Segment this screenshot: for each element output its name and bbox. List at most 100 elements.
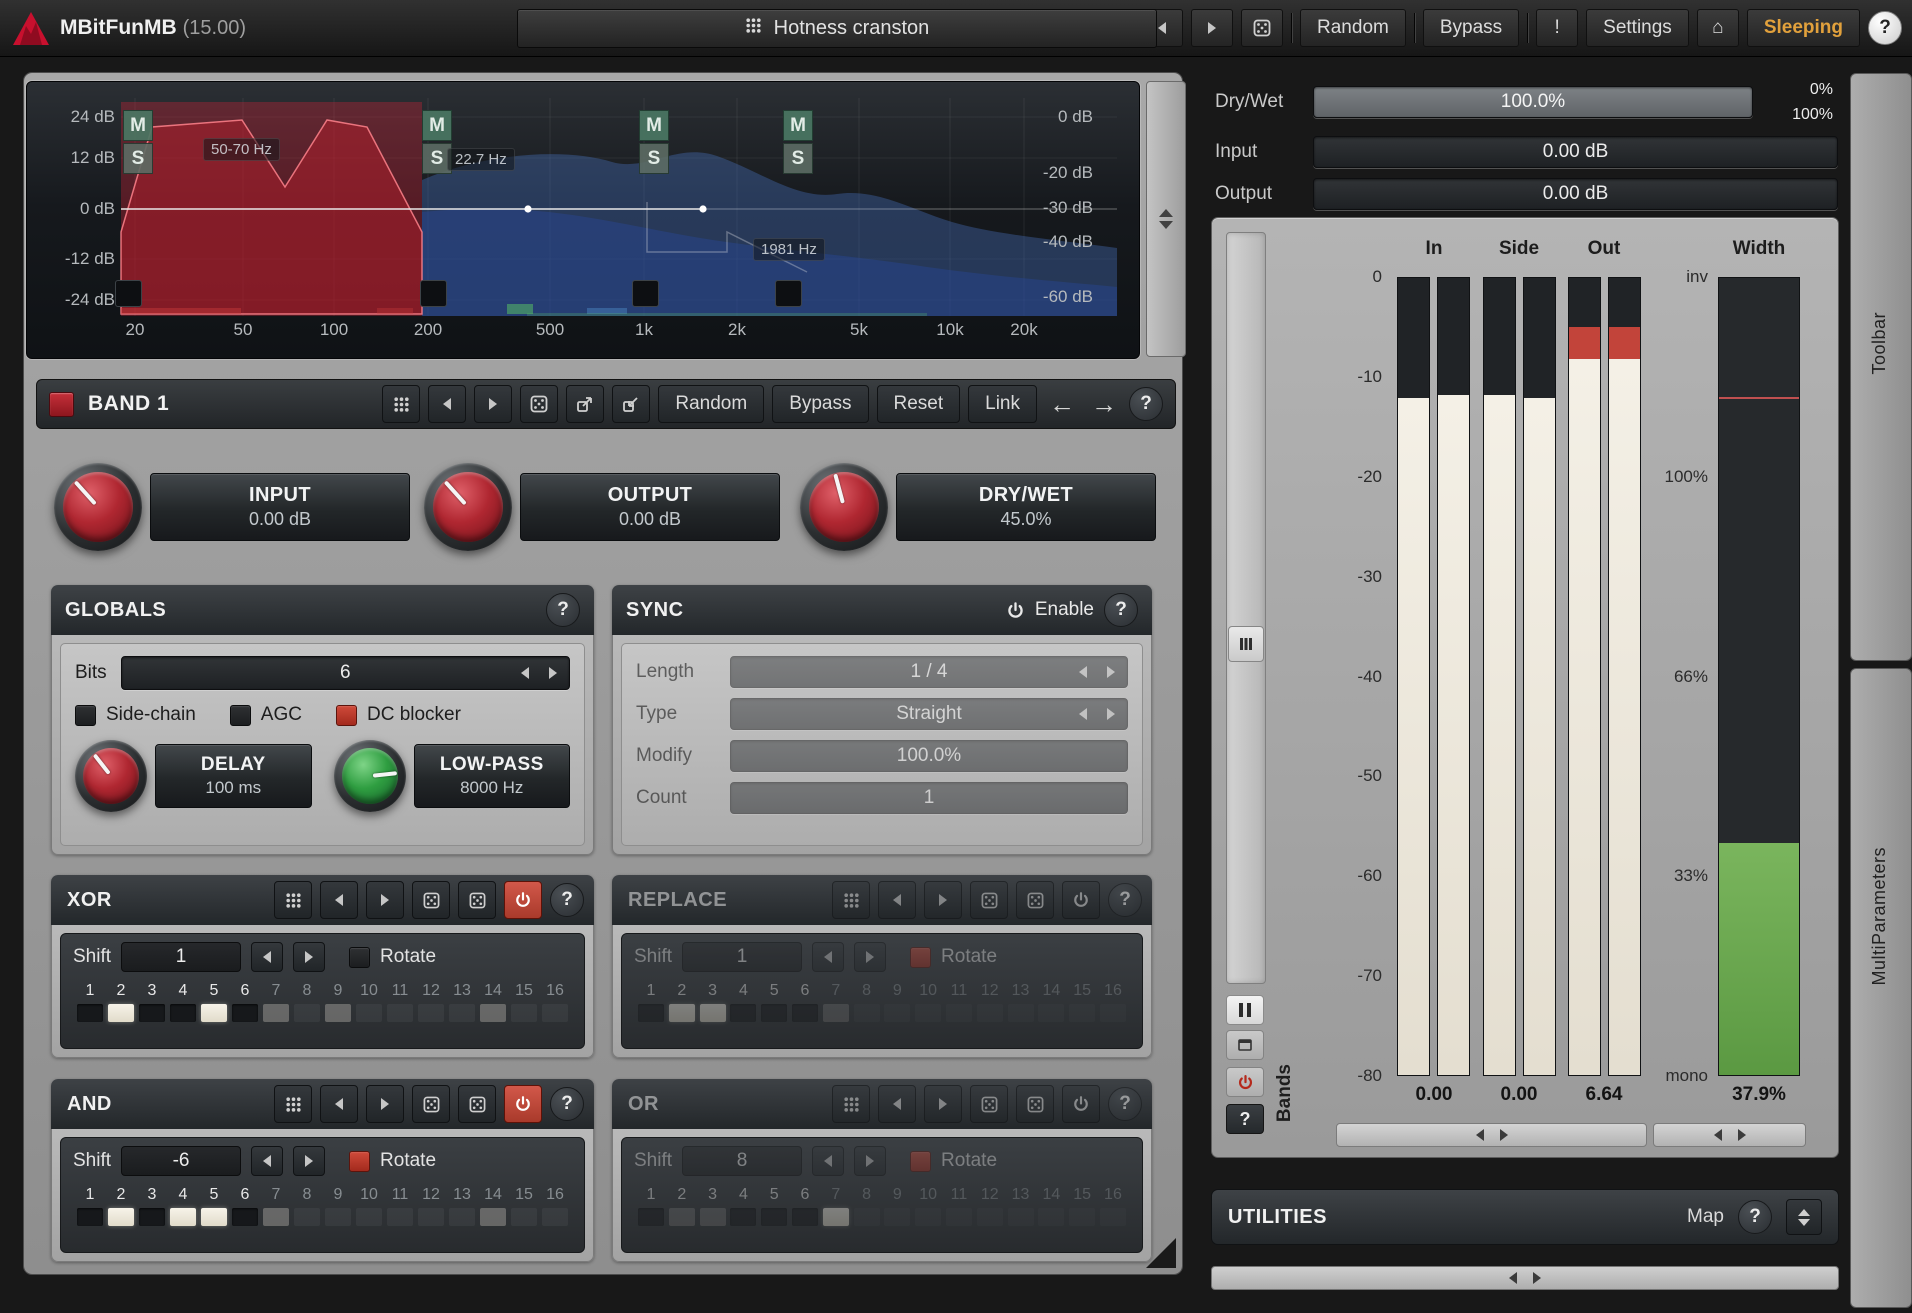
- help-icon[interactable]: ?: [1129, 387, 1163, 421]
- shift-increment[interactable]: [293, 1146, 325, 1176]
- band-bypass-button[interactable]: Bypass: [772, 385, 868, 423]
- melda-logo-icon[interactable]: [10, 8, 52, 48]
- rotate-checkbox[interactable]: [910, 947, 931, 968]
- bit-cell-16[interactable]: [542, 1004, 568, 1022]
- dice-icon[interactable]: [412, 1085, 450, 1123]
- decrement-icon[interactable]: [1079, 657, 1087, 687]
- lowpass-knob[interactable]: [334, 740, 406, 812]
- band-color-swatch[interactable]: [49, 392, 74, 417]
- bit-cell-12[interactable]: [977, 1208, 1003, 1226]
- bit-cell-7[interactable]: [263, 1208, 289, 1226]
- band-mid-badge[interactable]: M: [783, 110, 813, 141]
- bit-cell-15[interactable]: [1069, 1004, 1095, 1022]
- power-toggle[interactable]: [504, 881, 542, 919]
- increment-icon[interactable]: [549, 657, 557, 689]
- bit-cell-4[interactable]: [170, 1004, 196, 1022]
- rotate-checkbox[interactable]: [349, 947, 370, 968]
- band-handle[interactable]: [775, 280, 802, 307]
- popup-window-icon[interactable]: [1226, 1030, 1264, 1060]
- bit-cell-5[interactable]: [761, 1004, 787, 1022]
- bit-cell-5[interactable]: [201, 1004, 227, 1022]
- preset-grid-icon[interactable]: [832, 881, 870, 919]
- help-icon[interactable]: ?: [1738, 1200, 1772, 1234]
- prev-icon[interactable]: [878, 1085, 916, 1123]
- pause-icon[interactable]: [1226, 995, 1264, 1025]
- next-preset-button[interactable]: [1191, 9, 1233, 47]
- prev-icon[interactable]: [878, 881, 916, 919]
- random-button[interactable]: Random: [1300, 9, 1406, 47]
- power-toggle[interactable]: [1062, 1085, 1100, 1123]
- output-knob-plate[interactable]: OUTPUT 0.00 dB: [520, 473, 780, 541]
- dice-icon[interactable]: [970, 881, 1008, 919]
- rotate-checkbox[interactable]: [910, 1151, 931, 1172]
- meter-zoom-slider[interactable]: [1226, 232, 1266, 984]
- band-back-arrow[interactable]: ←: [1045, 389, 1079, 420]
- bit-cell-10[interactable]: [915, 1208, 941, 1226]
- band-forward-arrow[interactable]: →: [1087, 389, 1121, 420]
- delay-knob[interactable]: [75, 740, 147, 812]
- preset-grid-icon[interactable]: [274, 881, 312, 919]
- shift-increment[interactable]: [293, 942, 325, 972]
- bit-cell-13[interactable]: [1008, 1208, 1034, 1226]
- shift-slider[interactable]: 1: [121, 942, 241, 972]
- meter-scrollbar-right[interactable]: [1653, 1123, 1806, 1147]
- help-icon[interactable]: ?: [550, 883, 584, 917]
- shift-decrement[interactable]: [251, 1146, 283, 1176]
- bit-cell-15[interactable]: [1069, 1208, 1095, 1226]
- output-gain-slider[interactable]: 0.00 dB: [1313, 178, 1838, 210]
- bit-cell-8[interactable]: [294, 1208, 320, 1226]
- bit-cell-6[interactable]: [232, 1208, 258, 1226]
- side-chain-checkbox[interactable]: [75, 705, 96, 726]
- dice-icon[interactable]: [970, 1085, 1008, 1123]
- toolbar-rail[interactable]: Toolbar: [1850, 73, 1912, 661]
- bypass-button[interactable]: Bypass: [1423, 9, 1519, 47]
- shift-slider[interactable]: 8: [682, 1146, 802, 1176]
- bit-cell-7[interactable]: [263, 1004, 289, 1022]
- delay-knob-plate[interactable]: DELAY 100 ms: [155, 744, 312, 808]
- band-mid-badge[interactable]: M: [639, 110, 669, 141]
- bit-cell-11[interactable]: [946, 1004, 972, 1022]
- drywet-slider[interactable]: 100.0%: [1313, 86, 1753, 118]
- bit-cell-6[interactable]: [232, 1004, 258, 1022]
- bit-cell-9[interactable]: [325, 1004, 351, 1022]
- bit-cell-14[interactable]: [480, 1208, 506, 1226]
- bit-cell-4[interactable]: [170, 1208, 196, 1226]
- paste-icon[interactable]: [612, 385, 650, 423]
- sync-row-slider[interactable]: 1 / 4: [730, 656, 1128, 688]
- bit-cell-12[interactable]: [418, 1004, 444, 1022]
- dice-icon[interactable]: [458, 881, 496, 919]
- help-icon[interactable]: ?: [1108, 1087, 1142, 1121]
- band-next-icon[interactable]: [474, 385, 512, 423]
- bit-cell-8[interactable]: [854, 1004, 880, 1022]
- rotate-checkbox[interactable]: [349, 1151, 370, 1172]
- bit-cell-15[interactable]: [511, 1208, 537, 1226]
- bit-cell-4[interactable]: [730, 1208, 756, 1226]
- bit-cell-14[interactable]: [1038, 1208, 1064, 1226]
- dice-icon[interactable]: [1016, 1085, 1054, 1123]
- bit-cell-2[interactable]: [108, 1004, 134, 1022]
- bit-cell-11[interactable]: [946, 1208, 972, 1226]
- bit-cell-3[interactable]: [700, 1208, 726, 1226]
- settings-button[interactable]: Settings: [1586, 9, 1689, 47]
- sync-enable-label[interactable]: Enable: [1035, 599, 1094, 621]
- bit-cell-10[interactable]: [356, 1208, 382, 1226]
- bit-cell-9[interactable]: [884, 1004, 910, 1022]
- bit-cell-11[interactable]: [387, 1208, 413, 1226]
- band-side-badge[interactable]: S: [639, 143, 669, 174]
- decrement-icon[interactable]: [1079, 699, 1087, 729]
- bit-cell-2[interactable]: [669, 1208, 695, 1226]
- help-icon[interactable]: ?: [550, 1087, 584, 1121]
- bit-cell-13[interactable]: [449, 1208, 475, 1226]
- help-icon[interactable]: ?: [1226, 1104, 1264, 1134]
- dice-icon[interactable]: [1016, 881, 1054, 919]
- bit-cell-12[interactable]: [418, 1208, 444, 1226]
- power-icon[interactable]: [1006, 601, 1025, 620]
- band-handle[interactable]: [632, 280, 659, 307]
- bit-cell-7[interactable]: [823, 1004, 849, 1022]
- help-icon[interactable]: ?: [1104, 593, 1138, 627]
- bit-cell-7[interactable]: [823, 1208, 849, 1226]
- meter-power-icon[interactable]: [1226, 1067, 1264, 1097]
- input-knob-plate[interactable]: INPUT 0.00 dB: [150, 473, 410, 541]
- bands-tab[interactable]: Bands: [1274, 1064, 1296, 1122]
- multiparameters-rail[interactable]: MultiParameters: [1850, 668, 1912, 1308]
